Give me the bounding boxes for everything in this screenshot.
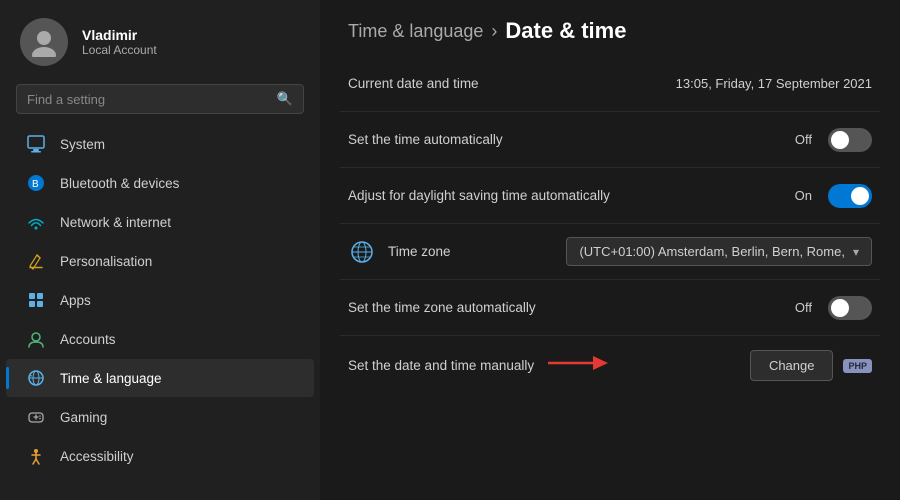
- set-timezone-auto-label: Set the time zone automatically: [348, 300, 536, 315]
- set-timezone-auto-row: Set the time zone automatically Off: [340, 280, 880, 336]
- sidebar-item-time-language[interactable]: Time & language: [6, 359, 314, 397]
- user-section: Vladimir Local Account: [0, 0, 320, 80]
- sidebar-item-label-network: Network & internet: [60, 215, 171, 230]
- sidebar-item-network[interactable]: Network & internet: [6, 203, 314, 241]
- set-time-auto-toggle-group: Off: [795, 128, 872, 152]
- accessibility-icon: [26, 446, 46, 466]
- timezone-value: (UTC+01:00) Amsterdam, Berlin, Bern, Rom…: [579, 244, 845, 259]
- breadcrumb-current: Date & time: [505, 18, 626, 44]
- manual-date-time-label: Set the date and time manually: [348, 358, 534, 373]
- php-badge: PHP: [843, 359, 872, 373]
- network-icon: [26, 212, 46, 232]
- timezone-icon: [348, 238, 376, 266]
- toggle-knob-on: [851, 187, 869, 205]
- gaming-icon: [26, 407, 46, 427]
- main-content: Time & language › Date & time Current da…: [320, 0, 900, 500]
- set-time-auto-toggle[interactable]: [828, 128, 872, 152]
- arrow-right-icon: [548, 352, 608, 380]
- sidebar-item-apps[interactable]: Apps: [6, 281, 314, 319]
- daylight-saving-row: Adjust for daylight saving time automati…: [340, 168, 880, 224]
- apps-icon: [26, 290, 46, 310]
- system-icon: [26, 134, 46, 154]
- set-time-auto-toggle-label: Off: [795, 132, 812, 147]
- set-timezone-auto-toggle[interactable]: [828, 296, 872, 320]
- daylight-saving-toggle-group: On: [795, 184, 872, 208]
- breadcrumb: Time & language › Date & time: [320, 0, 900, 56]
- set-time-auto-row: Set the time automatically Off: [340, 112, 880, 168]
- manual-date-time-left: Set the date and time manually: [348, 352, 608, 380]
- toggle-knob-tz: [831, 299, 849, 317]
- set-timezone-auto-toggle-group: Off: [795, 296, 872, 320]
- nav-list: System B Bluetooth & devices Network & i…: [0, 124, 320, 500]
- sidebar-item-personalisation[interactable]: Personalisation: [6, 242, 314, 280]
- personalisation-icon: [26, 251, 46, 271]
- settings-content: Current date and time 13:05, Friday, 17 …: [320, 56, 900, 500]
- time-language-icon: [26, 368, 46, 388]
- chevron-down-icon: ▾: [853, 245, 859, 259]
- toggle-knob: [831, 131, 849, 149]
- change-button[interactable]: Change: [750, 350, 834, 381]
- timezone-left: Time zone: [348, 238, 451, 266]
- set-timezone-auto-toggle-label: Off: [795, 300, 812, 315]
- change-button-group: Change PHP: [750, 350, 872, 381]
- current-date-time-row: Current date and time 13:05, Friday, 17 …: [340, 56, 880, 112]
- sidebar-item-label-apps: Apps: [60, 293, 91, 308]
- sidebar-item-label-time-language: Time & language: [60, 371, 162, 386]
- user-name: Vladimir: [82, 27, 157, 43]
- search-icon: 🔍: [277, 91, 293, 107]
- timezone-dropdown[interactable]: (UTC+01:00) Amsterdam, Berlin, Bern, Rom…: [566, 237, 872, 266]
- search-input[interactable]: [27, 92, 269, 107]
- current-date-time-label: Current date and time: [348, 76, 479, 91]
- manual-date-time-row: Set the date and time manually Change PH…: [340, 336, 880, 395]
- sidebar-item-gaming[interactable]: Gaming: [6, 398, 314, 436]
- current-date-time-value: 13:05, Friday, 17 September 2021: [676, 76, 872, 91]
- svg-text:B: B: [32, 179, 39, 190]
- sidebar-item-accessibility[interactable]: Accessibility: [6, 437, 314, 475]
- sidebar-item-system[interactable]: System: [6, 125, 314, 163]
- sidebar-item-label-gaming: Gaming: [60, 410, 107, 425]
- daylight-saving-toggle[interactable]: [828, 184, 872, 208]
- sidebar-item-accounts[interactable]: Accounts: [6, 320, 314, 358]
- set-time-auto-label: Set the time automatically: [348, 132, 503, 147]
- user-subtitle: Local Account: [82, 43, 157, 57]
- breadcrumb-parent: Time & language: [348, 21, 483, 42]
- sidebar: Vladimir Local Account 🔍 System B: [0, 0, 320, 500]
- breadcrumb-separator: ›: [491, 21, 497, 42]
- bluetooth-icon: B: [26, 173, 46, 193]
- accounts-icon: [26, 329, 46, 349]
- user-info: Vladimir Local Account: [82, 27, 157, 57]
- timezone-label: Time zone: [388, 244, 451, 259]
- sidebar-item-label-system: System: [60, 137, 105, 152]
- sidebar-item-bluetooth[interactable]: B Bluetooth & devices: [6, 164, 314, 202]
- sidebar-item-label-personalisation: Personalisation: [60, 254, 152, 269]
- daylight-saving-toggle-label: On: [795, 188, 812, 203]
- search-box[interactable]: 🔍: [16, 84, 304, 114]
- avatar: [20, 18, 68, 66]
- timezone-row: Time zone (UTC+01:00) Amsterdam, Berlin,…: [340, 224, 880, 280]
- sidebar-item-label-bluetooth: Bluetooth & devices: [60, 176, 179, 191]
- sidebar-item-label-accessibility: Accessibility: [60, 449, 134, 464]
- sidebar-item-label-accounts: Accounts: [60, 332, 116, 347]
- daylight-saving-label: Adjust for daylight saving time automati…: [348, 188, 610, 203]
